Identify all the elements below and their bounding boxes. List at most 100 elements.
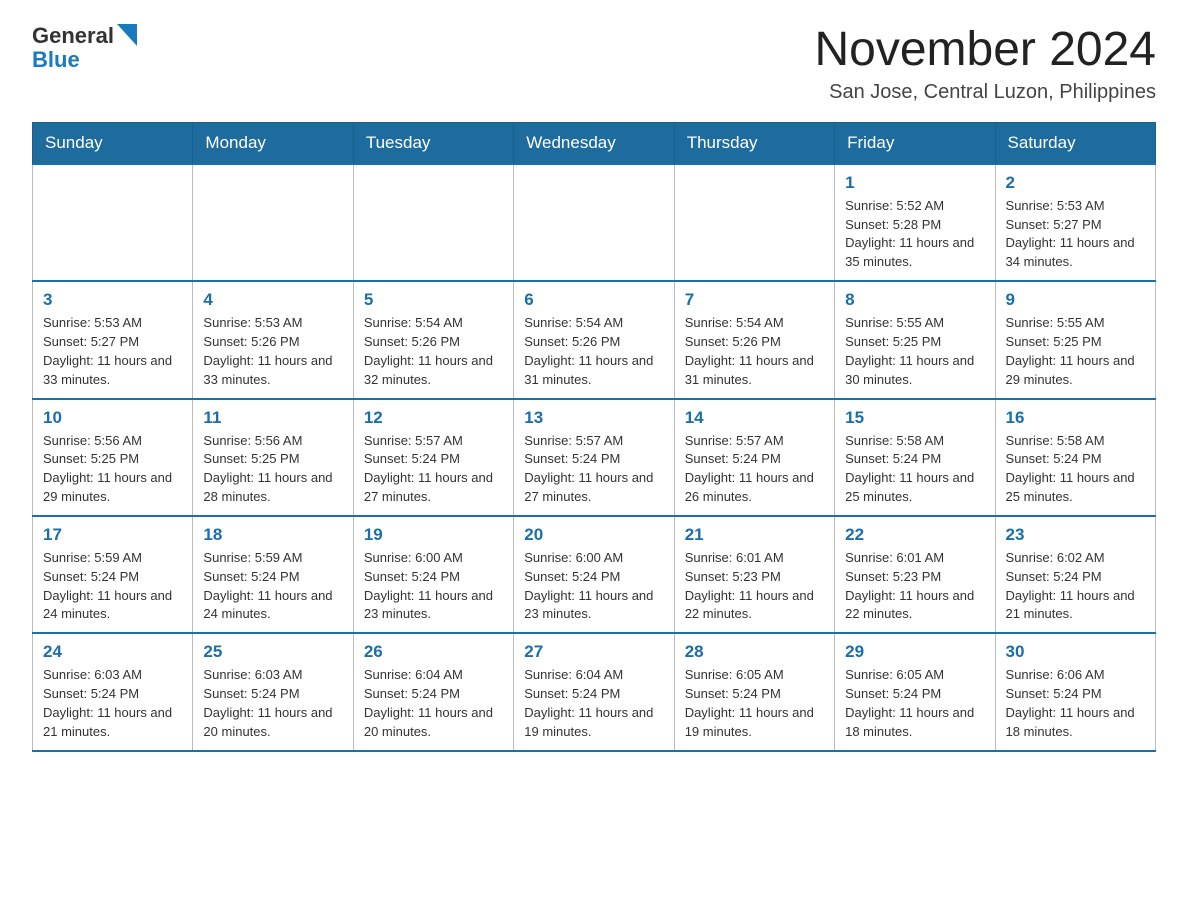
calendar-day-cell: 10 Sunrise: 5:56 AMSunset: 5:25 PMDayligh… [33, 399, 193, 516]
day-info: Sunrise: 6:02 AMSunset: 5:24 PMDaylight:… [1006, 549, 1145, 624]
calendar-day-cell: 20 Sunrise: 6:00 AMSunset: 5:24 PMDayligh… [514, 516, 674, 633]
day-number: 20 [524, 525, 663, 545]
day-info: Sunrise: 5:58 AMSunset: 5:24 PMDaylight:… [1006, 432, 1145, 507]
title-block: November 2024 San Jose, Central Luzon, P… [814, 24, 1156, 104]
day-info: Sunrise: 5:54 AMSunset: 5:26 PMDaylight:… [524, 314, 663, 389]
day-info: Sunrise: 5:53 AMSunset: 5:26 PMDaylight:… [203, 314, 342, 389]
day-number: 6 [524, 290, 663, 310]
logo-general-text: General [32, 24, 114, 48]
day-info: Sunrise: 5:55 AMSunset: 5:25 PMDaylight:… [845, 314, 984, 389]
calendar-day-cell: 9 Sunrise: 5:55 AMSunset: 5:25 PMDaylight… [995, 281, 1155, 398]
day-info: Sunrise: 6:04 AMSunset: 5:24 PMDaylight:… [364, 666, 503, 741]
calendar-week-row: 10 Sunrise: 5:56 AMSunset: 5:25 PMDayligh… [33, 399, 1156, 516]
day-number: 2 [1006, 173, 1145, 193]
day-info: Sunrise: 5:53 AMSunset: 5:27 PMDaylight:… [1006, 197, 1145, 272]
day-number: 3 [43, 290, 182, 310]
calendar-week-row: 17Sunrise: 5:59 AMSunset: 5:24 PMDayligh… [33, 516, 1156, 633]
calendar-day-cell: 1Sunrise: 5:52 AMSunset: 5:28 PMDaylight… [835, 164, 995, 281]
weekday-header-monday: Monday [193, 122, 353, 164]
day-info: Sunrise: 5:55 AMSunset: 5:25 PMDaylight:… [1006, 314, 1145, 389]
day-number: 7 [685, 290, 824, 310]
calendar-header-row: SundayMondayTuesdayWednesdayThursdayFrid… [33, 122, 1156, 164]
day-number: 10 [43, 408, 182, 428]
day-number: 1 [845, 173, 984, 193]
day-info: Sunrise: 6:05 AMSunset: 5:24 PMDaylight:… [685, 666, 824, 741]
calendar-week-row: 3 Sunrise: 5:53 AMSunset: 5:27 PMDaylight… [33, 281, 1156, 398]
day-number: 11 [203, 408, 342, 428]
calendar-day-cell: 7 Sunrise: 5:54 AMSunset: 5:26 PMDaylight… [674, 281, 834, 398]
month-year-heading: November 2024 [814, 24, 1156, 77]
weekday-header-tuesday: Tuesday [353, 122, 513, 164]
day-info: Sunrise: 6:03 AMSunset: 5:24 PMDaylight:… [203, 666, 342, 741]
calendar-day-cell: 13 Sunrise: 5:57 AMSunset: 5:24 PMDayligh… [514, 399, 674, 516]
day-number: 22 [845, 525, 984, 545]
day-info: Sunrise: 5:57 AMSunset: 5:24 PMDaylight:… [524, 432, 663, 507]
page-header: General Blue November 2024 San Jose, Cen… [32, 24, 1156, 104]
calendar-day-cell: 14 Sunrise: 5:57 AMSunset: 5:24 PMDayligh… [674, 399, 834, 516]
day-info: Sunrise: 6:04 AMSunset: 5:24 PMDaylight:… [524, 666, 663, 741]
day-number: 25 [203, 642, 342, 662]
day-info: Sunrise: 5:58 AMSunset: 5:24 PMDaylight:… [845, 432, 984, 507]
day-number: 26 [364, 642, 503, 662]
day-number: 9 [1006, 290, 1145, 310]
calendar-day-cell: 22 Sunrise: 6:01 AMSunset: 5:23 PMDayligh… [835, 516, 995, 633]
day-number: 23 [1006, 525, 1145, 545]
day-info: Sunrise: 5:56 AMSunset: 5:25 PMDaylight:… [203, 432, 342, 507]
calendar-day-cell: 28 Sunrise: 6:05 AMSunset: 5:24 PMDayligh… [674, 633, 834, 750]
day-number: 13 [524, 408, 663, 428]
day-number: 19 [364, 525, 503, 545]
calendar-day-cell: 5 Sunrise: 5:54 AMSunset: 5:26 PMDaylight… [353, 281, 513, 398]
day-info: Sunrise: 5:59 AMSunset: 5:24 PMDaylight:… [203, 549, 342, 624]
calendar-day-cell: 26 Sunrise: 6:04 AMSunset: 5:24 PMDayligh… [353, 633, 513, 750]
calendar-day-cell: 30Sunrise: 6:06 AMSunset: 5:24 PMDayligh… [995, 633, 1155, 750]
calendar-day-cell: 27 Sunrise: 6:04 AMSunset: 5:24 PMDayligh… [514, 633, 674, 750]
day-info: Sunrise: 5:54 AMSunset: 5:26 PMDaylight:… [685, 314, 824, 389]
day-info: Sunrise: 6:05 AMSunset: 5:24 PMDaylight:… [845, 666, 984, 741]
weekday-header-friday: Friday [835, 122, 995, 164]
day-info: Sunrise: 6:01 AMSunset: 5:23 PMDaylight:… [845, 549, 984, 624]
day-number: 18 [203, 525, 342, 545]
day-number: 30 [1006, 642, 1145, 662]
day-info: Sunrise: 5:59 AMSunset: 5:24 PMDaylight:… [43, 549, 182, 624]
calendar-day-cell: 8 Sunrise: 5:55 AMSunset: 5:25 PMDaylight… [835, 281, 995, 398]
calendar-day-cell: 3 Sunrise: 5:53 AMSunset: 5:27 PMDaylight… [33, 281, 193, 398]
calendar-day-cell: 12 Sunrise: 5:57 AMSunset: 5:24 PMDayligh… [353, 399, 513, 516]
day-info: Sunrise: 5:57 AMSunset: 5:24 PMDaylight:… [685, 432, 824, 507]
day-number: 8 [845, 290, 984, 310]
calendar-day-cell: 25 Sunrise: 6:03 AMSunset: 5:24 PMDayligh… [193, 633, 353, 750]
day-number: 12 [364, 408, 503, 428]
calendar-day-cell: 15 Sunrise: 5:58 AMSunset: 5:24 PMDayligh… [835, 399, 995, 516]
calendar-day-cell: 6 Sunrise: 5:54 AMSunset: 5:26 PMDaylight… [514, 281, 674, 398]
day-info: Sunrise: 5:54 AMSunset: 5:26 PMDaylight:… [364, 314, 503, 389]
day-number: 27 [524, 642, 663, 662]
day-info: Sunrise: 5:57 AMSunset: 5:24 PMDaylight:… [364, 432, 503, 507]
day-number: 5 [364, 290, 503, 310]
day-number: 28 [685, 642, 824, 662]
logo: General Blue [32, 24, 137, 72]
calendar-day-cell: 17Sunrise: 5:59 AMSunset: 5:24 PMDayligh… [33, 516, 193, 633]
calendar-day-cell: 4Sunrise: 5:53 AMSunset: 5:26 PMDaylight… [193, 281, 353, 398]
day-info: Sunrise: 6:00 AMSunset: 5:24 PMDaylight:… [364, 549, 503, 624]
calendar-week-row: 24 Sunrise: 6:03 AMSunset: 5:24 PMDayligh… [33, 633, 1156, 750]
day-info: Sunrise: 5:56 AMSunset: 5:25 PMDaylight:… [43, 432, 182, 507]
location-text: San Jose, Central Luzon, Philippines [814, 81, 1156, 104]
day-number: 15 [845, 408, 984, 428]
logo-arrow-icon [117, 24, 137, 46]
day-number: 16 [1006, 408, 1145, 428]
calendar-day-cell [514, 164, 674, 281]
day-info: Sunrise: 5:53 AMSunset: 5:27 PMDaylight:… [43, 314, 182, 389]
calendar-day-cell [353, 164, 513, 281]
logo-blue-text: Blue [32, 48, 137, 72]
day-info: Sunrise: 6:00 AMSunset: 5:24 PMDaylight:… [524, 549, 663, 624]
calendar-day-cell [674, 164, 834, 281]
calendar-day-cell [193, 164, 353, 281]
calendar-day-cell: 29 Sunrise: 6:05 AMSunset: 5:24 PMDayligh… [835, 633, 995, 750]
calendar-day-cell [33, 164, 193, 281]
weekday-header-saturday: Saturday [995, 122, 1155, 164]
day-info: Sunrise: 6:03 AMSunset: 5:24 PMDaylight:… [43, 666, 182, 741]
calendar-day-cell: 11 Sunrise: 5:56 AMSunset: 5:25 PMDayligh… [193, 399, 353, 516]
calendar-day-cell: 18 Sunrise: 5:59 AMSunset: 5:24 PMDayligh… [193, 516, 353, 633]
day-number: 24 [43, 642, 182, 662]
day-number: 14 [685, 408, 824, 428]
day-number: 29 [845, 642, 984, 662]
